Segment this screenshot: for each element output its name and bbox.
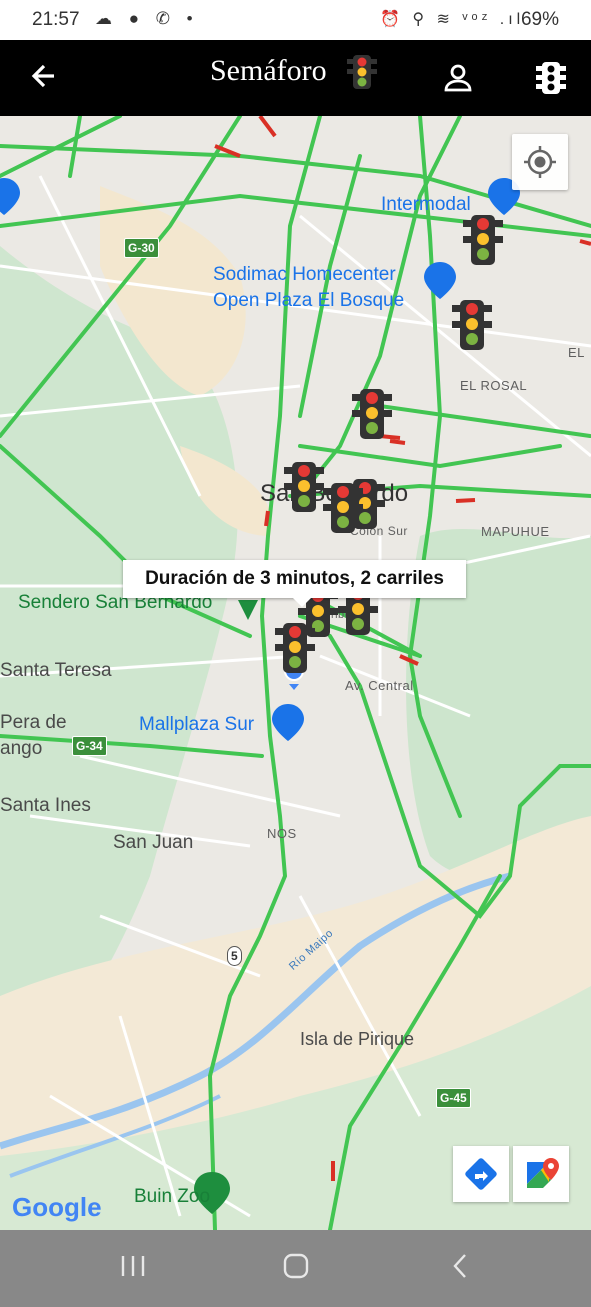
my-location-button[interactable] bbox=[512, 134, 568, 190]
back-icon[interactable] bbox=[450, 1252, 470, 1280]
place-label[interactable]: Buin Zoo bbox=[134, 1186, 210, 1208]
place-label[interactable]: Mallplaza Sur bbox=[139, 714, 254, 736]
status-time: 21:57 bbox=[32, 9, 80, 30]
place-label[interactable]: Sodimac Homecenter bbox=[213, 264, 396, 286]
back-arrow-icon[interactable] bbox=[28, 60, 60, 92]
google-attribution-logo: Google bbox=[12, 1192, 102, 1222]
marker-info-tooltip[interactable]: Duración de 3 minutos, 2 carriles bbox=[123, 560, 466, 607]
place-label[interactable]: Open Plaza El Bosque bbox=[213, 290, 404, 312]
page-title: Semáforo bbox=[210, 54, 327, 87]
traffic-light-marker-icon[interactable] bbox=[321, 482, 365, 534]
traffic-light-icon bbox=[347, 55, 377, 89]
notification-icons: ☁ ● ✆ • bbox=[95, 9, 199, 28]
place-label: Santa Ines bbox=[0, 795, 91, 816]
traffic-light-marker-icon[interactable] bbox=[282, 461, 326, 513]
place-label: Av. Central bbox=[345, 678, 414, 693]
status-bar: 21:57 ☁ ● ✆ • ⏰ ⚲ ≋ ᵛᵒᶻ .ıl 69% bbox=[0, 0, 591, 40]
road-shield: G-45 bbox=[436, 1088, 471, 1108]
road-shield: G-34 bbox=[72, 736, 107, 756]
place-label: ango bbox=[0, 738, 43, 759]
place-label: MAPUHUE bbox=[481, 524, 550, 539]
place-label: EL bbox=[568, 345, 585, 360]
road-shield: G-30 bbox=[124, 238, 159, 258]
system-nav-bar bbox=[0, 1230, 591, 1307]
road-shield: 5 bbox=[227, 946, 242, 966]
traffic-light-button-icon[interactable] bbox=[536, 62, 566, 94]
profile-icon[interactable] bbox=[442, 62, 474, 94]
recent-apps-icon[interactable] bbox=[120, 1252, 146, 1280]
crosshair-icon bbox=[524, 146, 556, 178]
traffic-light-marker-icon[interactable] bbox=[461, 214, 505, 266]
traffic-light-marker-icon[interactable] bbox=[350, 388, 394, 440]
place-label: Isla de Pirique bbox=[300, 1029, 415, 1049]
system-icons: ⏰ ⚲ ≋ ᵛᵒᶻ .ıl bbox=[380, 11, 525, 28]
directions-icon bbox=[465, 1158, 497, 1190]
place-label: EL ROSAL bbox=[460, 378, 528, 393]
google-maps-icon bbox=[527, 1158, 559, 1188]
directions-button[interactable] bbox=[453, 1146, 509, 1202]
place-label: Santa Teresa bbox=[0, 660, 112, 681]
app-bar: Semáforo bbox=[0, 40, 591, 116]
place-label: Pera de bbox=[0, 712, 67, 733]
home-icon[interactable] bbox=[282, 1252, 310, 1280]
place-label[interactable]: Intermodal bbox=[381, 194, 471, 216]
place-label: NOS bbox=[267, 826, 297, 841]
map-view[interactable]: Intermodal Sodimac Homecenter Open Plaza… bbox=[0, 116, 591, 1230]
open-in-maps-button[interactable] bbox=[513, 1146, 569, 1202]
traffic-light-marker-icon[interactable] bbox=[273, 622, 317, 674]
place-label: San Juan bbox=[113, 832, 194, 853]
traffic-light-marker-icon[interactable] bbox=[450, 299, 494, 351]
battery-level: 69% bbox=[520, 9, 559, 30]
